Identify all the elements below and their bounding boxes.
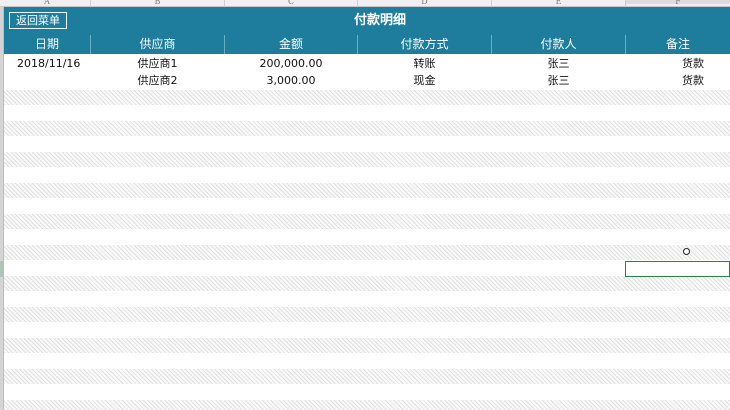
back-to-menu-button[interactable]: 返回菜单	[9, 12, 67, 29]
empty-row[interactable]	[4, 384, 730, 400]
column-title-date: 日期	[34, 37, 59, 51]
column-title-note: 备注	[665, 37, 690, 51]
table-cell-note[interactable]: 货款	[626, 72, 704, 89]
empty-row[interactable]	[4, 214, 730, 229]
spreadsheet-sheet[interactable]: A B C D E F 返回菜单 付款明细 日期 供应商 金额 付款方式 付款人…	[0, 0, 730, 410]
column-header-e[interactable]: E	[492, 0, 625, 6]
table-cell-date[interactable]: 2018/11/16	[17, 55, 89, 72]
table-cell-payer[interactable]: 张三	[492, 72, 625, 89]
empty-row[interactable]	[4, 105, 730, 121]
mouse-cursor-icon	[683, 248, 690, 255]
empty-row[interactable]	[4, 260, 730, 276]
table-cell-payer[interactable]: 张三	[492, 55, 625, 72]
table-cell-amount[interactable]: 200,000.00	[225, 55, 357, 72]
empty-row[interactable]	[4, 167, 730, 183]
empty-row[interactable]	[4, 136, 730, 152]
empty-row[interactable]	[4, 276, 730, 291]
empty-row[interactable]	[4, 353, 730, 369]
table-cell-date[interactable]	[17, 72, 89, 89]
column-header-f[interactable]: F	[626, 0, 730, 6]
table-cell-method[interactable]: 现金	[358, 72, 491, 89]
empty-row[interactable]	[4, 400, 730, 410]
column-title-amount: 金额	[278, 37, 303, 51]
column-title-supplier: 供应商	[139, 37, 176, 51]
table-cell-method[interactable]: 转账	[358, 55, 491, 72]
column-title-method: 付款方式	[400, 37, 449, 51]
empty-row[interactable]	[4, 198, 730, 214]
column-header-d[interactable]: D	[358, 0, 491, 6]
empty-row[interactable]	[4, 369, 730, 384]
empty-row[interactable]	[4, 307, 730, 322]
column-header-b[interactable]: B	[91, 0, 224, 6]
column-header-a[interactable]: A	[4, 0, 90, 6]
selected-cell[interactable]	[625, 261, 730, 277]
empty-row[interactable]	[4, 291, 730, 307]
column-header-c[interactable]: C	[225, 0, 357, 6]
empty-row[interactable]	[4, 90, 730, 105]
table-cell-note[interactable]: 货款	[626, 55, 704, 72]
table-cell-supplier[interactable]: 供应商1	[91, 55, 224, 72]
empty-row[interactable]	[4, 245, 730, 260]
empty-row[interactable]	[4, 229, 730, 245]
table-cell-supplier[interactable]: 供应商2	[91, 72, 224, 89]
table-cell-amount[interactable]: 3,000.00	[225, 72, 357, 89]
empty-row[interactable]	[4, 322, 730, 338]
empty-row[interactable]	[4, 152, 730, 167]
empty-row[interactable]	[4, 183, 730, 198]
empty-row[interactable]	[4, 338, 730, 353]
column-title-payer: 付款人	[540, 37, 577, 51]
empty-row[interactable]	[4, 121, 730, 136]
page-title: 付款明细	[353, 13, 406, 28]
